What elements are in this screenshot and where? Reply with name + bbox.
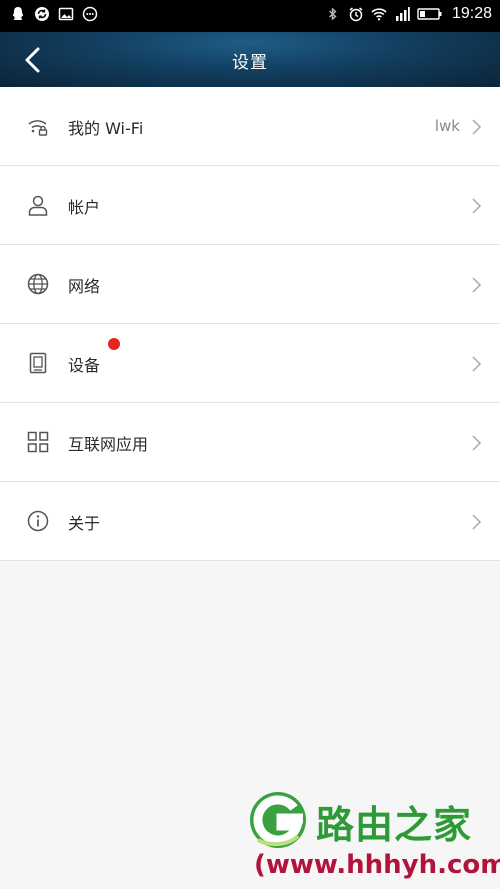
- signal-icon: [395, 7, 410, 21]
- menu-item-internet-apps[interactable]: 互联网应用: [0, 403, 500, 482]
- status-bar: 19:28: [0, 0, 500, 32]
- chevron-right-icon: [472, 277, 482, 293]
- watermark: 路由之家 (www.hhhyh.com): [248, 788, 500, 889]
- watermark-brand: 路由之家: [316, 803, 473, 847]
- person-icon: [28, 195, 48, 216]
- globe-icon: [27, 273, 49, 295]
- chevron-right-icon: [472, 435, 482, 451]
- status-bar-right: 19:28: [325, 5, 492, 23]
- menu-item-my-wifi[interactable]: 我的 Wi-Fi lwk: [0, 87, 500, 166]
- bluetooth-icon: [328, 7, 337, 21]
- qq-icon: [12, 7, 24, 20]
- page-title: 设置: [232, 53, 268, 73]
- apps-grid-icon: [27, 431, 49, 453]
- watermark-url: (www.hhhyh.com): [254, 850, 500, 880]
- status-time: 19:28: [451, 5, 492, 22]
- app-header: 设置: [0, 32, 500, 87]
- chevron-right-icon: [472, 119, 482, 135]
- notification-badge: [108, 338, 120, 350]
- wifi-icon: [371, 8, 387, 21]
- menu-item-device[interactable]: 设备: [0, 324, 500, 403]
- menu-item-label: 帐户: [68, 198, 101, 217]
- sync-icon: [35, 7, 49, 21]
- status-bar-left: [10, 6, 98, 22]
- settings-list: 我的 Wi-Fi lwk 帐户 网络 设备 互联网应用 关于: [0, 87, 500, 561]
- alarm-icon: [349, 7, 363, 22]
- watermark-logo-icon: [250, 792, 306, 848]
- menu-item-label: 关于: [68, 514, 101, 533]
- chevron-right-icon: [472, 198, 482, 214]
- device-icon: [29, 352, 47, 374]
- battery-icon: [417, 8, 442, 20]
- chevron-right-icon: [472, 356, 482, 372]
- chat-icon: [82, 6, 98, 22]
- wifi-lock-icon: [28, 120, 48, 136]
- menu-item-network[interactable]: 网络: [0, 245, 500, 324]
- menu-item-about[interactable]: 关于: [0, 482, 500, 561]
- menu-item-label: 互联网应用: [68, 435, 149, 454]
- info-icon: [27, 510, 49, 532]
- menu-item-label: 网络: [68, 277, 101, 296]
- menu-item-value: lwk: [434, 117, 460, 135]
- menu-item-label: 我的 Wi-Fi: [68, 119, 144, 138]
- image-icon: [58, 7, 74, 21]
- chevron-right-icon: [472, 514, 482, 530]
- menu-item-account[interactable]: 帐户: [0, 166, 500, 245]
- menu-item-label: 设备: [68, 356, 101, 375]
